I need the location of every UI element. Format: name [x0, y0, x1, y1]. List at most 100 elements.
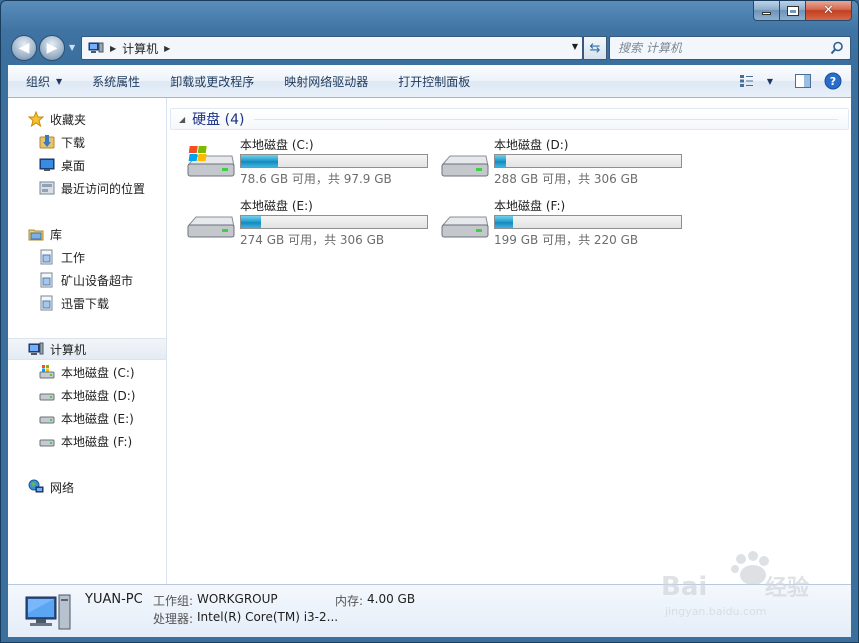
minimize-icon — [762, 12, 771, 15]
nav-drive-e[interactable]: 本地磁盘 (E:) — [8, 407, 166, 429]
star-icon — [28, 111, 44, 127]
drive-free-space: 78.6 GB 可用，共 97.9 GB — [240, 172, 392, 186]
library-folder-icon — [40, 249, 53, 265]
search-box[interactable] — [609, 36, 851, 60]
computer-icon — [28, 342, 44, 355]
explorer-window: ✕ ◀ ▶ ▼ ▶ 计算机 ▶ ▼ ⇆ 搜索 计算机 组织 ▼ 系统属性 卸载或… — [0, 0, 859, 643]
hard-disks-group-header[interactable]: ◢ 硬盘 (4) — [170, 108, 849, 130]
nav-library-mine-label: 矿山设备超市 — [61, 273, 134, 288]
hard-drive-icon — [187, 216, 235, 238]
view-dropdown-icon[interactable]: ▼ — [767, 77, 773, 86]
nav-downloads[interactable]: 下载 — [8, 131, 166, 153]
nav-drive-e-label: 本地磁盘 (E:) — [61, 411, 134, 426]
recent-places-icon — [39, 181, 55, 195]
nav-drive-c-label: 本地磁盘 (C:) — [61, 365, 135, 380]
nav-network[interactable]: 网络 — [8, 476, 166, 498]
toolbar-view-controls: ▼ ? — [737, 71, 843, 91]
nav-recent-places[interactable]: 最近访问的位置 — [8, 177, 166, 199]
desktop-icon — [39, 158, 55, 171]
nav-library-work-label: 工作 — [61, 250, 86, 265]
system-properties-button[interactable]: 系统属性 — [77, 73, 155, 90]
nav-favorites[interactable]: 收藏夹 — [8, 108, 166, 130]
drive-usage-fill — [495, 155, 506, 167]
nav-libraries[interactable]: 库 — [8, 223, 166, 245]
download-folder-icon — [39, 135, 55, 149]
memory-value: 4.00 GB — [367, 592, 416, 606]
content-area: 收藏夹 下载 桌面 最近访问的位置 库 工作 矿山设备超市 迅雷下载 计算机 本… — [8, 98, 851, 584]
address-dropdown-icon[interactable]: ▼ — [572, 42, 578, 51]
drive-free-space: 199 GB 可用，共 220 GB — [494, 233, 639, 247]
nav-drive-f[interactable]: 本地磁盘 (F:) — [8, 430, 166, 452]
refresh-button[interactable]: ⇆ — [583, 36, 607, 60]
hard-drive-icon — [39, 439, 55, 447]
nav-drive-f-label: 本地磁盘 (F:) — [61, 434, 133, 449]
nav-library-work[interactable]: 工作 — [8, 246, 166, 268]
map-network-drive-button[interactable]: 映射网络驱动器 — [269, 73, 383, 90]
close-icon: ✕ — [823, 3, 834, 18]
library-icon — [28, 229, 44, 241]
chevron-down-icon: ▼ — [56, 76, 63, 86]
nav-library-xunlei-label: 迅雷下载 — [61, 296, 110, 311]
nav-drive-d[interactable]: 本地磁盘 (D:) — [8, 384, 166, 406]
arrow-left-icon: ◀ — [18, 40, 30, 56]
minimize-button[interactable] — [753, 1, 780, 21]
drive-tile-c[interactable]: 本地磁盘 (C:) 78.6 GB 可用，共 97.9 GB — [186, 136, 436, 188]
hard-drive-icon — [441, 155, 489, 177]
navigation-pane: 收藏夹 下载 桌面 最近访问的位置 库 工作 矿山设备超市 迅雷下载 计算机 本… — [8, 98, 167, 584]
computer-icon — [25, 594, 71, 630]
recent-pages-dropdown[interactable]: ▼ — [69, 43, 75, 52]
nav-library-mine[interactable]: 矿山设备超市 — [8, 269, 166, 291]
organize-menu[interactable]: 组织 ▼ — [8, 73, 77, 90]
address-bar[interactable]: ▶ 计算机 ▶ ▼ — [81, 36, 583, 60]
drive-free-space: 274 GB 可用，共 306 GB — [240, 233, 385, 247]
drive-usage-bar — [240, 154, 428, 168]
cpu-label: 处理器: — [153, 612, 194, 626]
nav-downloads-label: 下载 — [61, 135, 86, 150]
organize-label: 组织 — [26, 74, 51, 89]
back-button[interactable]: ◀ — [11, 35, 37, 61]
breadcrumb-chevron-icon[interactable]: ▶ — [110, 44, 116, 53]
change-view-button[interactable] — [737, 71, 757, 91]
hard-drive-icon — [39, 416, 55, 424]
maximize-icon — [786, 5, 799, 16]
drive-tile-f[interactable]: 本地磁盘 (F:) 199 GB 可用，共 220 GB — [440, 197, 690, 249]
nav-network-label: 网络 — [50, 480, 75, 495]
nav-desktop[interactable]: 桌面 — [8, 154, 166, 176]
maximize-button[interactable] — [780, 1, 806, 21]
drive-free-space: 288 GB 可用，共 306 GB — [494, 172, 639, 186]
close-button[interactable]: ✕ — [806, 1, 852, 21]
breadcrumb-chevron-icon[interactable]: ▶ — [164, 44, 170, 53]
nav-libraries-label: 库 — [50, 227, 63, 242]
search-icon[interactable] — [830, 41, 844, 55]
open-control-panel-button[interactable]: 打开控制面板 — [383, 73, 485, 90]
group-title: 硬盘 (4) — [192, 112, 245, 128]
drive-tile-d[interactable]: 本地磁盘 (D:) 288 GB 可用，共 306 GB — [440, 136, 690, 188]
file-view: ◢ 硬盘 (4) 本地磁盘 (C:) 78.6 GB 可用，共 97.9 GB … — [168, 98, 851, 584]
drive-name: 本地磁盘 (D:) — [494, 138, 569, 152]
system-drive-icon — [187, 146, 235, 177]
view-options-icon — [739, 75, 753, 87]
collapse-triangle-icon[interactable]: ◢ — [179, 115, 185, 124]
refresh-icon: ⇆ — [589, 40, 601, 56]
hard-drive-icon — [39, 393, 55, 401]
nav-library-xunlei[interactable]: 迅雷下载 — [8, 292, 166, 314]
group-divider — [254, 118, 838, 120]
uninstall-program-button[interactable]: 卸载或更改程序 — [155, 73, 269, 90]
drive-usage-bar — [240, 215, 428, 229]
preview-pane-icon — [795, 74, 811, 88]
nav-drive-c[interactable]: 本地磁盘 (C:) — [8, 361, 166, 383]
library-folder-icon — [40, 272, 53, 288]
network-icon — [28, 479, 44, 493]
nav-desktop-label: 桌面 — [61, 158, 86, 173]
arrow-right-icon: ▶ — [46, 40, 58, 56]
nav-recent-label: 最近访问的位置 — [61, 181, 146, 196]
breadcrumb-computer[interactable]: 计算机 — [122, 40, 158, 57]
search-input[interactable] — [618, 41, 818, 55]
nav-computer[interactable]: 计算机 — [8, 338, 166, 360]
help-button[interactable]: ? — [823, 71, 843, 91]
preview-pane-button[interactable] — [793, 71, 813, 91]
forward-button[interactable]: ▶ — [39, 35, 65, 61]
workgroup-label: 工作组: — [153, 594, 194, 608]
drive-tile-e[interactable]: 本地磁盘 (E:) 274 GB 可用，共 306 GB — [186, 197, 436, 249]
nav-drive-d-label: 本地磁盘 (D:) — [61, 388, 136, 403]
